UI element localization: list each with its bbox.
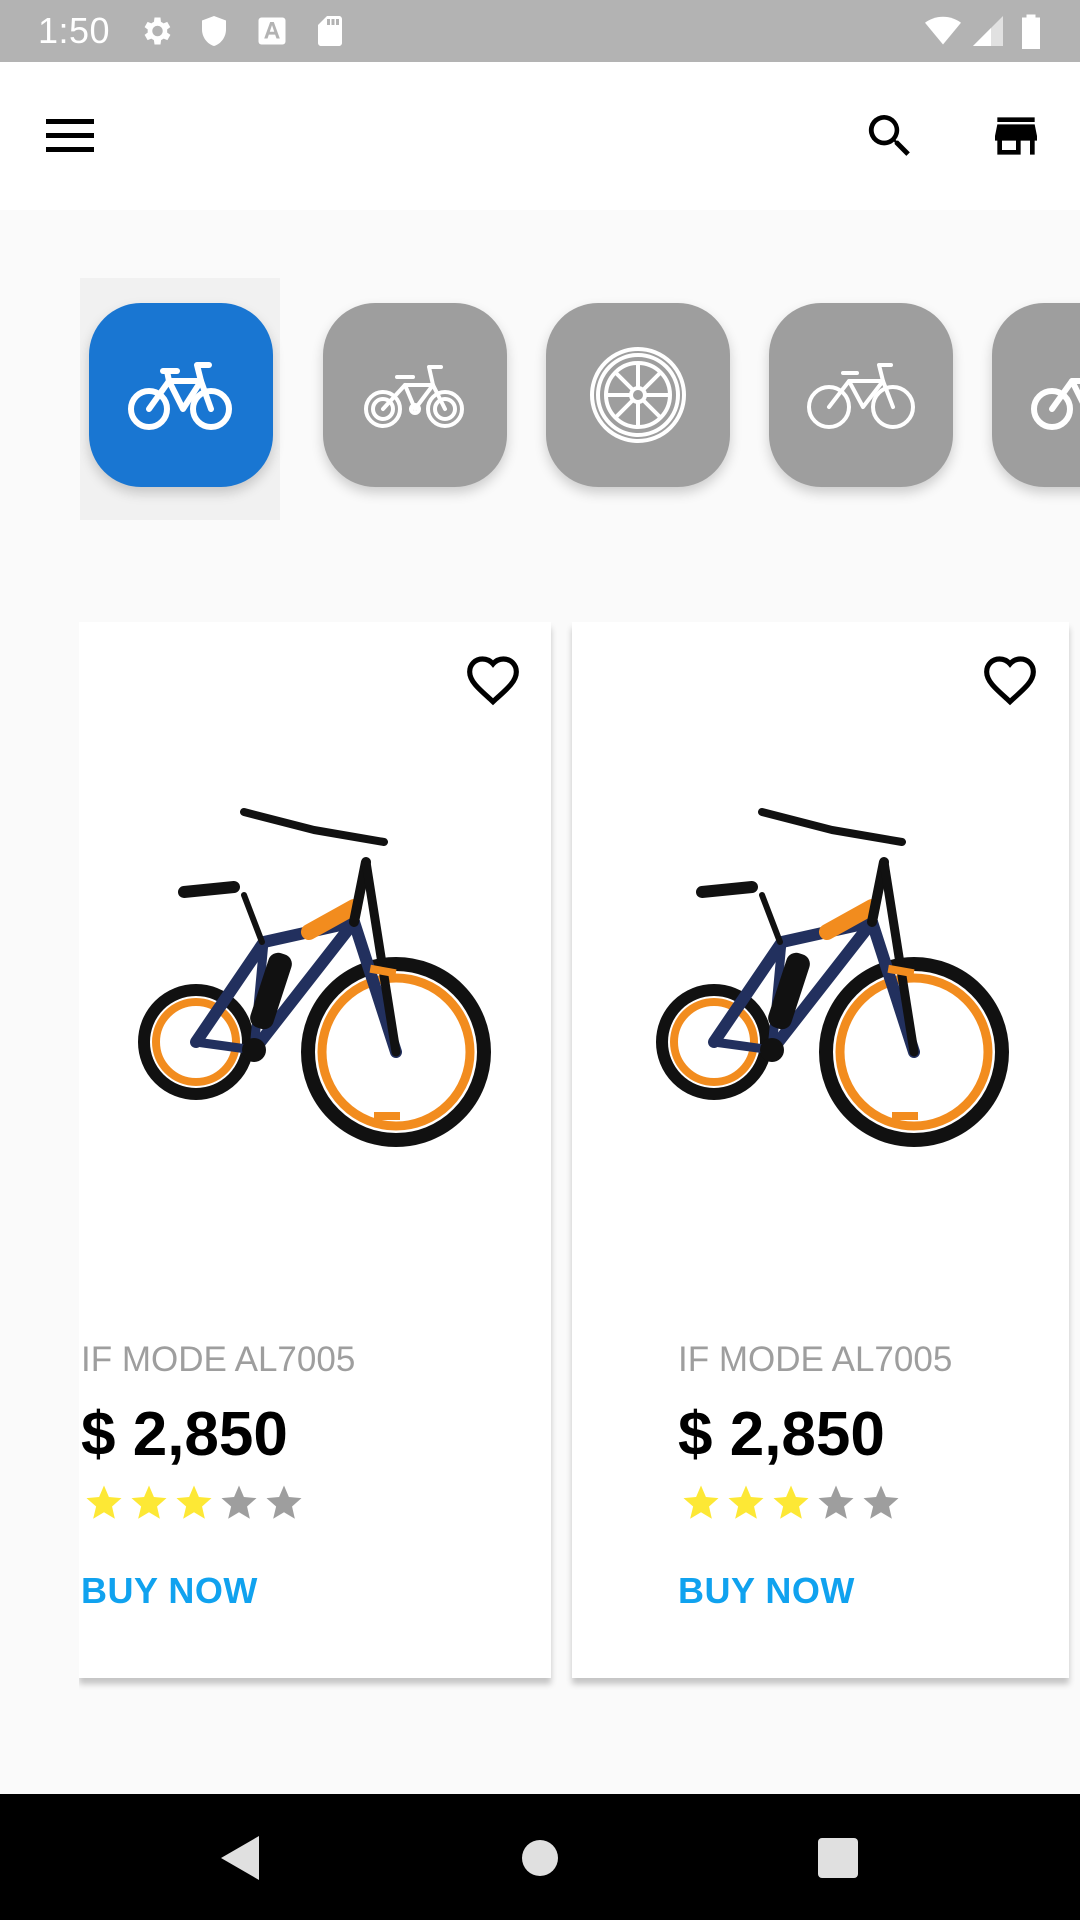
product-rating — [83, 1482, 305, 1528]
product-name: IF MODE AL7005 — [81, 1340, 356, 1379]
recents-button[interactable] — [810, 1830, 866, 1886]
search-button[interactable] — [858, 104, 922, 168]
recents-icon — [818, 1838, 858, 1878]
star-filled-icon — [770, 1482, 812, 1524]
star-empty-icon — [218, 1482, 260, 1524]
wheel-icon — [590, 347, 686, 443]
system-nav-bar — [0, 1794, 1080, 1920]
product-image — [138, 808, 491, 1147]
battery-icon — [1016, 13, 1046, 49]
star-filled-icon — [83, 1482, 125, 1524]
heart-outline-icon — [984, 656, 1036, 706]
product-rating — [680, 1482, 902, 1528]
star-filled-icon — [680, 1482, 722, 1524]
home-button[interactable] — [512, 1830, 568, 1886]
store-button[interactable] — [984, 104, 1048, 168]
font-a-icon — [254, 13, 290, 49]
category-item-wheel[interactable] — [546, 303, 730, 487]
road-bicycle-icon — [807, 363, 915, 429]
product-card[interactable]: IF MODE AL7005 $ 2,850 BUY NOW — [572, 622, 1069, 1678]
status-time: 1:50 — [38, 10, 111, 51]
product-list: IF MODE AL7005 $ 2,850 BUY NOW IF MODE A… — [79, 622, 1080, 1690]
bicycle-icon — [128, 362, 232, 430]
sd-card-icon — [312, 13, 348, 49]
storefront-icon — [995, 117, 1037, 155]
favorite-button[interactable] — [982, 654, 1044, 712]
bicycle-icon — [1031, 378, 1080, 430]
kids-bicycle-icon — [364, 365, 464, 428]
search-icon — [868, 115, 910, 156]
signal-icon — [970, 13, 1006, 49]
product-price: $ 2,850 — [678, 1400, 885, 1469]
category-item-road-bicycle[interactable] — [769, 303, 953, 487]
home-icon — [522, 1840, 558, 1876]
star-empty-icon — [263, 1482, 305, 1524]
star-filled-icon — [725, 1482, 767, 1524]
app-bar — [0, 62, 1080, 210]
buy-now-button[interactable]: BUY NOW — [81, 1570, 258, 1612]
product-card[interactable]: IF MODE AL7005 $ 2,850 BUY NOW — [79, 622, 551, 1678]
product-image — [656, 808, 1009, 1147]
star-filled-icon — [128, 1482, 170, 1524]
category-list — [80, 278, 1080, 520]
favorite-button[interactable] — [465, 654, 527, 712]
product-name: IF MODE AL7005 — [678, 1340, 953, 1379]
menu-icon — [46, 119, 94, 152]
star-empty-icon — [860, 1482, 902, 1524]
buy-now-button[interactable]: BUY NOW — [678, 1570, 855, 1612]
back-button[interactable] — [212, 1830, 268, 1886]
status-bar: 1:50 — [0, 0, 1080, 62]
category-item-bicycle-2[interactable] — [992, 303, 1080, 487]
shield-icon — [196, 13, 232, 49]
back-icon — [221, 1836, 259, 1880]
star-filled-icon — [173, 1482, 215, 1524]
menu-button[interactable] — [40, 104, 104, 168]
star-empty-icon — [815, 1482, 857, 1524]
gear-icon — [138, 13, 174, 49]
wifi-icon — [922, 13, 964, 49]
heart-outline-icon — [467, 656, 519, 706]
category-item-bicycle[interactable] — [89, 303, 273, 487]
category-item-kids-bicycle[interactable] — [323, 303, 507, 487]
product-price: $ 2,850 — [81, 1400, 288, 1469]
